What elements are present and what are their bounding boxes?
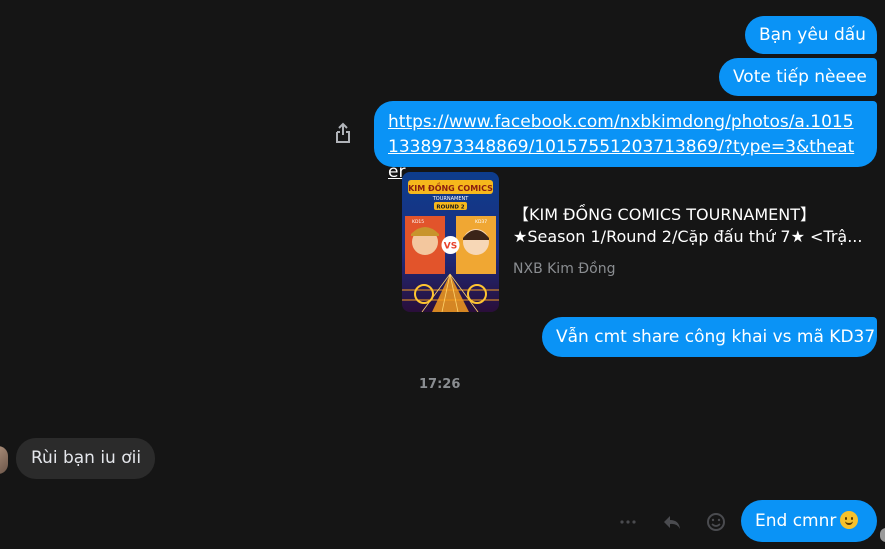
- link-preview-title-line: 【KIM ĐỒNG COMICS TOURNAMENT】: [513, 205, 817, 224]
- thumbnail-vs-text: VS: [444, 242, 457, 252]
- link-preview-thumbnail[interactable]: KIM ĐỒNG COMICS TOURNAMENT ROUND 2 KD15 …: [402, 172, 499, 312]
- emoji-reaction-icon[interactable]: [706, 512, 726, 532]
- message-bubble-link[interactable]: https://www.facebook.com/nxbkimdong/phot…: [374, 101, 877, 182]
- message-bubble-outgoing[interactable]: Vote tiếp nèeee: [719, 58, 877, 96]
- message-text: End cmnr: [755, 511, 837, 531]
- share-icon[interactable]: [333, 122, 353, 144]
- more-icon[interactable]: [618, 512, 638, 532]
- link-preview-title-line: ★Season 1/Round 2/Cặp đấu thứ 7★ <Trậ...: [513, 227, 863, 246]
- thumbnail-right-tag: KD37: [475, 219, 487, 225]
- message-bubble-incoming[interactable]: Rùi bạn iu ơii: [16, 438, 155, 479]
- message-text: Vẫn cmt share công khai vs mã KD37: [556, 327, 876, 347]
- link-preview-source: NXB Kim Đồng: [513, 261, 616, 277]
- thumbnail-round-text: ROUND 2: [436, 205, 464, 211]
- message-timestamp: 17:26: [419, 377, 461, 392]
- message-bubble-outgoing[interactable]: End cmnr: [741, 500, 877, 542]
- message-text: Vote tiếp nèeee: [733, 67, 867, 87]
- thumbnail-left-tag: KD15: [412, 219, 424, 225]
- message-bubble-outgoing[interactable]: Vẫn cmt share công khai vs mã KD37: [542, 317, 877, 357]
- avatar[interactable]: [0, 446, 8, 474]
- message-text: Rùi bạn iu ơii: [31, 448, 142, 468]
- chat-thread: Bạn yêu dấu Vote tiếp nèeee https://www.…: [0, 0, 885, 549]
- smiling-face-emoji: [840, 511, 859, 529]
- read-receipt-avatar: [880, 528, 885, 542]
- link-preview-card[interactable]: KIM ĐỒNG COMICS TOURNAMENT ROUND 2 KD15 …: [400, 171, 876, 313]
- thumbnail-sub-text: TOURNAMENT: [432, 196, 469, 202]
- link-preview-title[interactable]: 【KIM ĐỒNG COMICS TOURNAMENT】 ★Season 1/R…: [513, 204, 873, 248]
- message-bubble-outgoing[interactable]: Bạn yêu dấu: [745, 16, 877, 54]
- message-text: Bạn yêu dấu: [759, 25, 866, 45]
- reply-icon[interactable]: [662, 512, 682, 532]
